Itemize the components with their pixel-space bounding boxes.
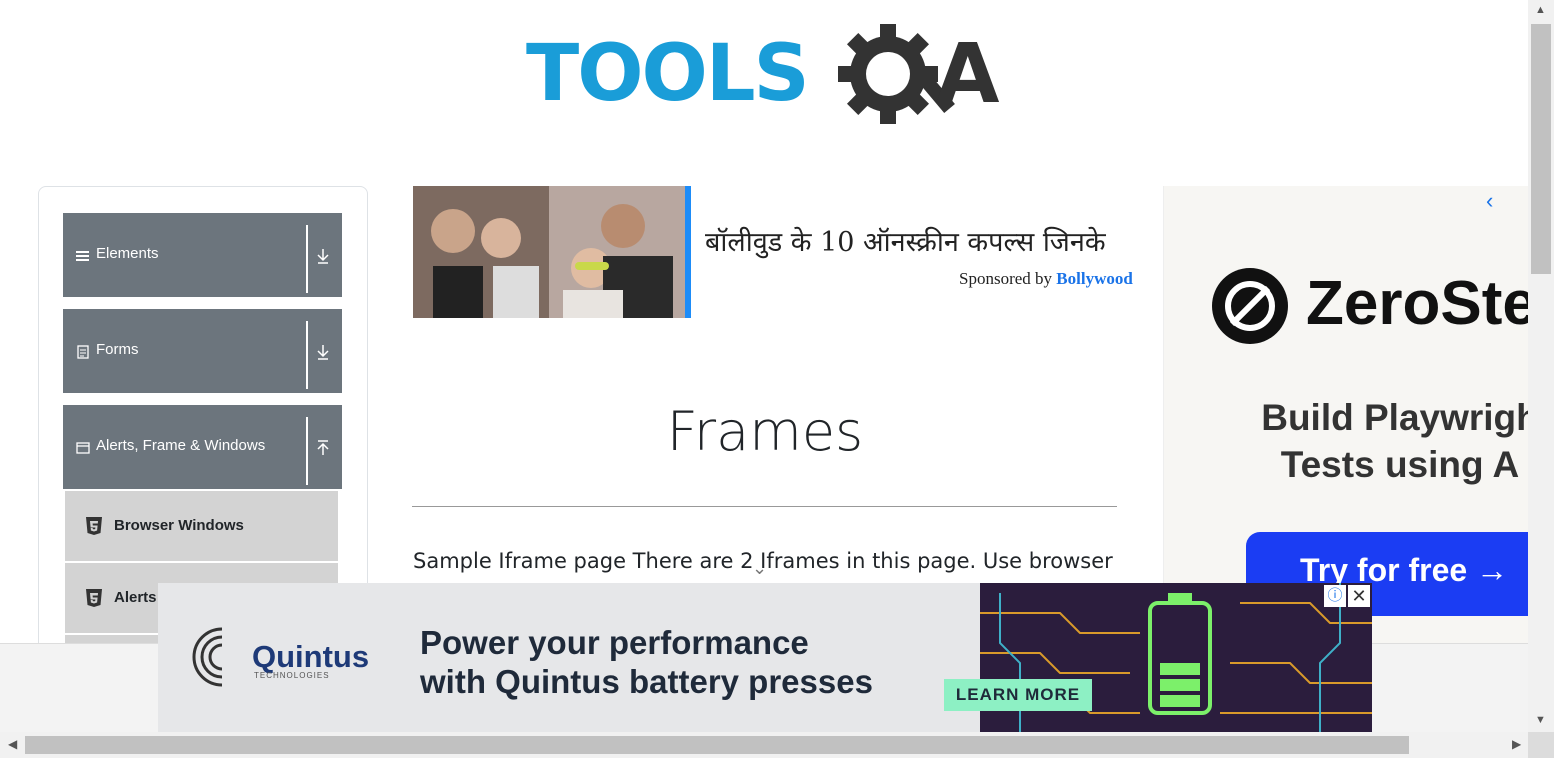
- ad-sponsor-name[interactable]: Bollywood: [1056, 269, 1133, 288]
- logo-text: TOOLS: [526, 29, 810, 119]
- svg-text:A: A: [936, 27, 1000, 122]
- html5-icon: [86, 589, 102, 607]
- window-icon: [76, 442, 90, 454]
- ad-accent-bar: [685, 186, 691, 318]
- learn-more-button[interactable]: LEARN MORE: [944, 679, 1092, 711]
- scroll-down-icon[interactable]: ▼: [1535, 714, 1546, 726]
- sidebar-item-label: Alerts: [114, 589, 157, 606]
- ad-brand-name: Quintus: [252, 639, 370, 674]
- ad-brand-sub: TECHNOLOGIES: [254, 671, 330, 680]
- sponsored-ad-right[interactable]: ‹ ZeroSte Build Playwrigh Tests using A …: [1163, 186, 1530, 644]
- gear-icon: A: [838, 24, 1000, 124]
- quintus-logo-icon: [192, 627, 223, 687]
- divider: [306, 321, 308, 389]
- scrollbar-corner: [1528, 732, 1554, 758]
- scrollbar-thumb[interactable]: [1531, 24, 1551, 274]
- close-icon[interactable]: ✕: [1348, 585, 1370, 607]
- ad-headline-line: with Quintus battery presses: [420, 663, 873, 700]
- scroll-right-icon[interactable]: ▶: [1512, 737, 1521, 751]
- sidebar-item-browser-windows[interactable]: Browser Windows: [65, 490, 338, 561]
- divider: [306, 225, 308, 293]
- menu-icon: [76, 251, 89, 261]
- divider: [412, 506, 1117, 507]
- chevron-left-icon[interactable]: ‹: [1486, 188, 1493, 214]
- sidebar-group-alerts-frame-windows[interactable]: Alerts, Frame & Windows: [63, 405, 342, 489]
- ad-headline: Power your performance with Quintus batt…: [420, 623, 873, 701]
- info-icon[interactable]: ⓘ: [1324, 585, 1346, 607]
- ad-headline-line: Tests using A: [1280, 444, 1520, 485]
- ad-sponsor: Sponsored by Bollywood: [959, 269, 1133, 289]
- ad-headline: Build Playwrigh Tests using A: [1200, 394, 1530, 488]
- divider: [306, 417, 308, 485]
- zerostep-logo-icon: [1212, 268, 1288, 344]
- ad-sponsor-prefix: Sponsored by: [959, 269, 1053, 288]
- download-arrow-icon[interactable]: [315, 247, 331, 265]
- sponsored-ad-bottom[interactable]: Quintus TECHNOLOGIES Power your performa…: [158, 583, 1372, 733]
- chevron-down-icon[interactable]: ⌄: [752, 558, 767, 579]
- toolsqa-logo[interactable]: TOOLS A: [524, 22, 1012, 138]
- sidebar-group-label: Alerts, Frame & Windows: [96, 437, 266, 454]
- document-icon: [77, 345, 89, 359]
- sidebar-group-label: Elements: [96, 245, 159, 262]
- download-arrow-icon[interactable]: [315, 343, 331, 361]
- sponsored-ad-top[interactable]: बॉलीवुड के 10 ऑनस्क्रीन कपल्स जिनके Spon…: [413, 186, 1163, 318]
- horizontal-scrollbar[interactable]: ◀ ▶: [0, 732, 1528, 758]
- ad-headline[interactable]: बॉलीवुड के 10 ऑनस्क्रीन कपल्स जिनके: [705, 222, 1106, 259]
- ad-photo: [413, 186, 685, 318]
- upload-arrow-icon[interactable]: [315, 439, 331, 457]
- html5-icon: [86, 517, 102, 535]
- scrollbar-thumb[interactable]: [25, 736, 1409, 754]
- sidebar-item-label: Browser Windows: [114, 517, 244, 534]
- ad-headline-line: Build Playwrigh: [1261, 397, 1530, 438]
- ad-brand-name: ZeroSte: [1306, 269, 1530, 338]
- scroll-up-icon[interactable]: ▲: [1535, 4, 1546, 16]
- vertical-scrollbar[interactable]: ▲ ▼: [1528, 0, 1554, 732]
- sidebar-group-forms[interactable]: Forms: [63, 309, 342, 393]
- ad-headline-line: Power your performance: [420, 624, 809, 661]
- page-title: Frames: [666, 400, 864, 463]
- sidebar-group-elements[interactable]: Elements: [63, 213, 342, 297]
- scroll-left-icon[interactable]: ◀: [8, 737, 17, 751]
- sidebar-group-label: Forms: [96, 341, 139, 358]
